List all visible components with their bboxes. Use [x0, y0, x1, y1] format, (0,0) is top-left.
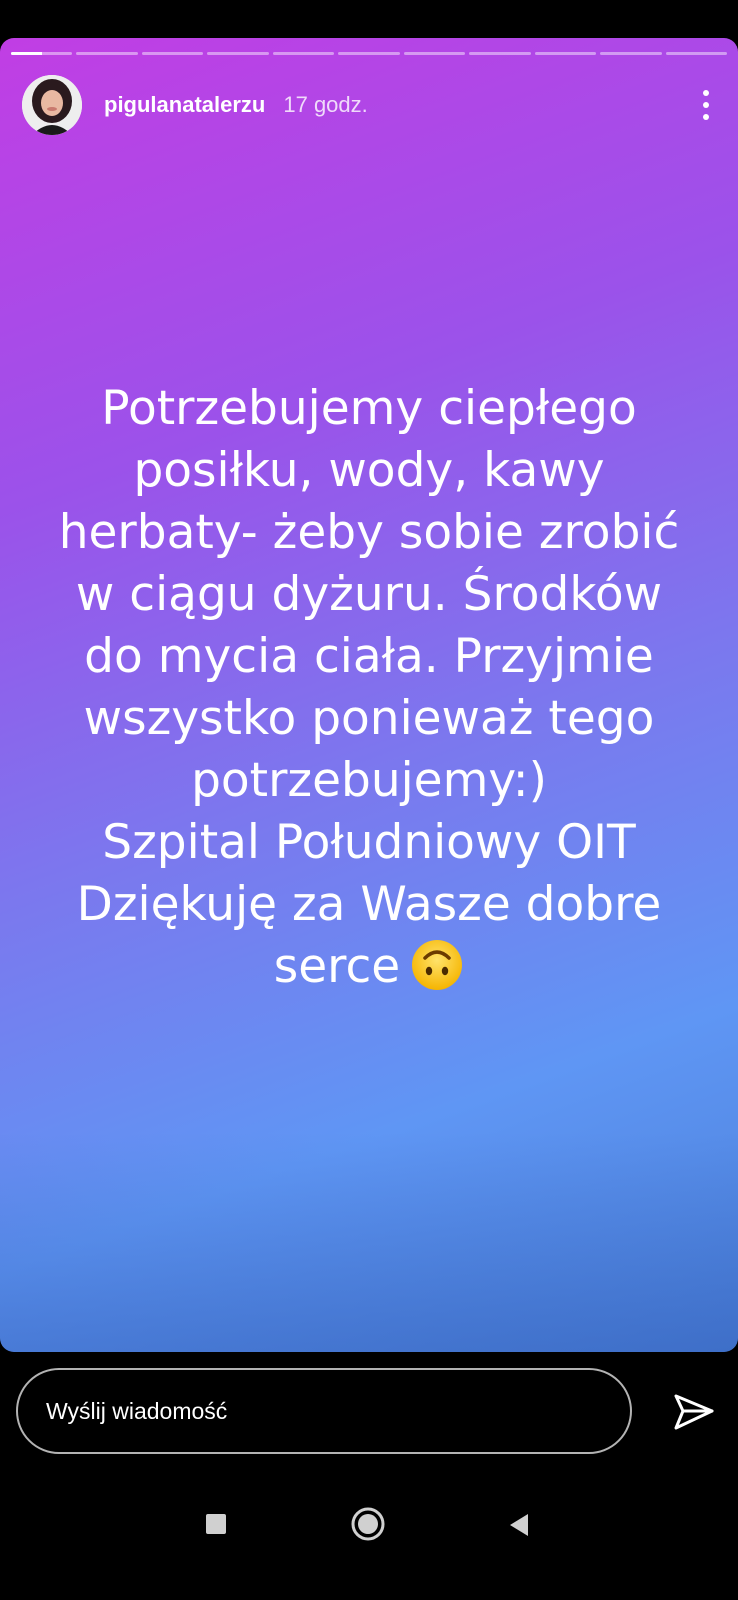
timestamp: 17 godz. [283, 92, 368, 117]
progress-segment [403, 52, 466, 55]
username[interactable]: pigulanatalerzu [104, 92, 265, 118]
upside-down-face-emoji [412, 940, 463, 990]
progress-segment-fill [11, 52, 42, 55]
progress-segment [534, 52, 597, 55]
story-progress-bar [11, 52, 727, 55]
progress-segment [338, 52, 400, 55]
message-input-placeholder: Wyślij wiadomość [46, 1397, 228, 1424]
progress-segment [76, 52, 138, 55]
home-icon[interactable] [350, 1506, 386, 1542]
progress-segment [11, 52, 73, 55]
story-card[interactable]: pigulanatalerzu 17 godz. Potrzebujemy ci… [0, 38, 738, 1352]
reply-bar: Wyślij wiadomość [0, 1352, 738, 1482]
more-options-icon[interactable] [694, 85, 718, 125]
system-navigation-bar [0, 1482, 738, 1600]
progress-segment [207, 52, 269, 55]
story-text: Potrzebujemy ciepłego posiłku, wody, kaw… [58, 381, 680, 994]
progress-segment [141, 52, 204, 55]
message-input[interactable]: Wyślij wiadomość [16, 1368, 632, 1454]
progress-segment [272, 52, 335, 55]
back-icon[interactable] [506, 1512, 532, 1538]
progress-segment [665, 52, 727, 55]
recent-apps-icon[interactable] [204, 1512, 228, 1536]
story-text-block: Potrzebujemy ciepłego posiłku, wody, kaw… [20, 378, 718, 998]
progress-segment [600, 52, 662, 55]
avatar-image [22, 75, 82, 135]
story-header: pigulanatalerzu 17 godz. [22, 74, 718, 136]
send-icon[interactable] [672, 1390, 716, 1434]
avatar[interactable] [22, 75, 82, 135]
progress-segment [469, 52, 531, 55]
